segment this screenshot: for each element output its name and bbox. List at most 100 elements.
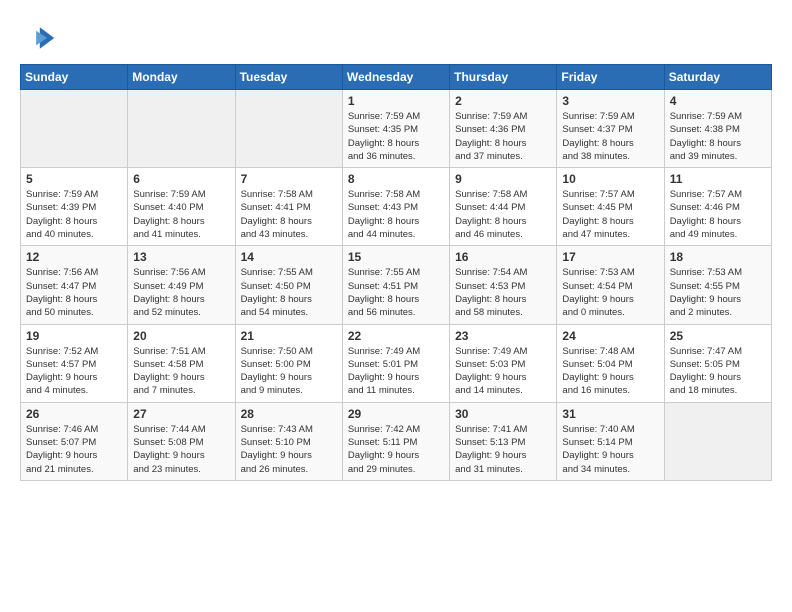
calendar-cell: 6Sunrise: 7:59 AM Sunset: 4:40 PM Daylig… [128, 168, 235, 246]
calendar-cell [21, 90, 128, 168]
calendar-cell: 16 Sunrise: 7:54 AM Sunset: 4:53 PM Dayli… [450, 246, 557, 324]
day-info: Sunrise: 7:56 AM Sunset: 4:47 PM Dayligh… [26, 266, 122, 319]
calendar-cell: 5 Sunrise: 7:59 AM Sunset: 4:39 PM Daylig… [21, 168, 128, 246]
day-info: Sunrise: 7:42 AM Sunset: 5:11 PM Dayligh… [348, 423, 444, 476]
day-number: 11 [670, 172, 766, 186]
logo [20, 20, 60, 56]
calendar-cell: 27 Sunrise: 7:44 AM Sunset: 5:08 PM Dayli… [128, 402, 235, 480]
calendar-cell [664, 402, 771, 480]
calendar-cell [128, 90, 235, 168]
day-number: 30 [455, 407, 551, 421]
day-info: Sunrise: 7:50 AM Sunset: 5:00 PM Dayligh… [241, 345, 337, 398]
day-info: Sunrise: 7:41 AM Sunset: 5:13 PM Dayligh… [455, 423, 551, 476]
day-number: 6 [133, 172, 229, 186]
day-number: 2 [455, 94, 551, 108]
calendar-cell: 23 Sunrise: 7:49 AM Sunset: 5:03 PM Dayli… [450, 324, 557, 402]
day-number: 3 [562, 94, 658, 108]
calendar-week-row: 5 Sunrise: 7:59 AM Sunset: 4:39 PM Daylig… [21, 168, 772, 246]
day-info: Sunrise: 7:57 AM Sunset: 4:45 PM Dayligh… [562, 188, 658, 241]
calendar-cell: 8 Sunrise: 7:58 AM Sunset: 4:43 PM Daylig… [342, 168, 449, 246]
calendar-cell: 11Sunrise: 7:57 AM Sunset: 4:46 PM Dayli… [664, 168, 771, 246]
calendar-cell: 12 Sunrise: 7:56 AM Sunset: 4:47 PM Dayli… [21, 246, 128, 324]
calendar-cell: 17 Sunrise: 7:53 AM Sunset: 4:54 PM Dayli… [557, 246, 664, 324]
day-number: 13 [133, 250, 229, 264]
day-info: Sunrise: 7:58 AM Sunset: 4:41 PM Dayligh… [241, 188, 337, 241]
day-number: 4 [670, 94, 766, 108]
day-info: Sunrise: 7:59 AM Sunset: 4:39 PM Dayligh… [26, 188, 122, 241]
calendar-cell: 15 Sunrise: 7:55 AM Sunset: 4:51 PM Dayli… [342, 246, 449, 324]
weekday-header-friday: Friday [557, 65, 664, 90]
calendar-cell: 25 Sunrise: 7:47 AM Sunset: 5:05 PM Dayli… [664, 324, 771, 402]
day-number: 15 [348, 250, 444, 264]
day-info: Sunrise: 7:52 AM Sunset: 4:57 PM Dayligh… [26, 345, 122, 398]
calendar-cell [235, 90, 342, 168]
day-number: 27 [133, 407, 229, 421]
day-info: Sunrise: 7:59 AM Sunset: 4:37 PM Dayligh… [562, 110, 658, 163]
day-info: Sunrise: 7:56 AM Sunset: 4:49 PM Dayligh… [133, 266, 229, 319]
day-number: 9 [455, 172, 551, 186]
weekday-header-tuesday: Tuesday [235, 65, 342, 90]
calendar-cell: 7 Sunrise: 7:58 AM Sunset: 4:41 PM Daylig… [235, 168, 342, 246]
day-number: 23 [455, 329, 551, 343]
day-info: Sunrise: 7:54 AM Sunset: 4:53 PM Dayligh… [455, 266, 551, 319]
day-info: Sunrise: 7:55 AM Sunset: 4:50 PM Dayligh… [241, 266, 337, 319]
calendar-cell: 24Sunrise: 7:48 AM Sunset: 5:04 PM Dayli… [557, 324, 664, 402]
weekday-header-saturday: Saturday [664, 65, 771, 90]
page: SundayMondayTuesdayWednesdayThursdayFrid… [0, 0, 792, 612]
calendar-week-row: 26 Sunrise: 7:46 AM Sunset: 5:07 PM Dayli… [21, 402, 772, 480]
calendar-cell: 20Sunrise: 7:51 AM Sunset: 4:58 PM Dayli… [128, 324, 235, 402]
day-number: 10 [562, 172, 658, 186]
day-number: 28 [241, 407, 337, 421]
calendar-cell: 10 Sunrise: 7:57 AM Sunset: 4:45 PM Dayli… [557, 168, 664, 246]
weekday-header-thursday: Thursday [450, 65, 557, 90]
day-info: Sunrise: 7:53 AM Sunset: 4:54 PM Dayligh… [562, 266, 658, 319]
calendar-cell: 29Sunrise: 7:42 AM Sunset: 5:11 PM Dayli… [342, 402, 449, 480]
day-number: 12 [26, 250, 122, 264]
day-info: Sunrise: 7:58 AM Sunset: 4:44 PM Dayligh… [455, 188, 551, 241]
header [20, 16, 772, 56]
calendar-cell: 2Sunrise: 7:59 AM Sunset: 4:36 PM Daylig… [450, 90, 557, 168]
day-number: 7 [241, 172, 337, 186]
day-number: 25 [670, 329, 766, 343]
day-info: Sunrise: 7:55 AM Sunset: 4:51 PM Dayligh… [348, 266, 444, 319]
calendar-cell: 3 Sunrise: 7:59 AM Sunset: 4:37 PM Daylig… [557, 90, 664, 168]
day-number: 24 [562, 329, 658, 343]
day-info: Sunrise: 7:46 AM Sunset: 5:07 PM Dayligh… [26, 423, 122, 476]
calendar-cell: 9 Sunrise: 7:58 AM Sunset: 4:44 PM Daylig… [450, 168, 557, 246]
day-info: Sunrise: 7:58 AM Sunset: 4:43 PM Dayligh… [348, 188, 444, 241]
day-number: 26 [26, 407, 122, 421]
day-number: 22 [348, 329, 444, 343]
calendar-cell: 4 Sunrise: 7:59 AM Sunset: 4:38 PM Daylig… [664, 90, 771, 168]
logo-icon [20, 20, 56, 56]
day-number: 8 [348, 172, 444, 186]
calendar-cell: 26 Sunrise: 7:46 AM Sunset: 5:07 PM Dayli… [21, 402, 128, 480]
calendar-cell: 22Sunrise: 7:49 AM Sunset: 5:01 PM Dayli… [342, 324, 449, 402]
day-info: Sunrise: 7:49 AM Sunset: 5:03 PM Dayligh… [455, 345, 551, 398]
weekday-header-wednesday: Wednesday [342, 65, 449, 90]
calendar-cell: 14 Sunrise: 7:55 AM Sunset: 4:50 PM Dayli… [235, 246, 342, 324]
calendar-cell: 30 Sunrise: 7:41 AM Sunset: 5:13 PM Dayli… [450, 402, 557, 480]
calendar-week-row: 19Sunrise: 7:52 AM Sunset: 4:57 PM Dayli… [21, 324, 772, 402]
weekday-header-sunday: Sunday [21, 65, 128, 90]
day-number: 17 [562, 250, 658, 264]
day-number: 14 [241, 250, 337, 264]
calendar-cell: 19Sunrise: 7:52 AM Sunset: 4:57 PM Dayli… [21, 324, 128, 402]
calendar-cell: 1Sunrise: 7:59 AM Sunset: 4:35 PM Daylig… [342, 90, 449, 168]
calendar-table: SundayMondayTuesdayWednesdayThursdayFrid… [20, 64, 772, 481]
day-info: Sunrise: 7:59 AM Sunset: 4:35 PM Dayligh… [348, 110, 444, 163]
calendar-cell: 31Sunrise: 7:40 AM Sunset: 5:14 PM Dayli… [557, 402, 664, 480]
calendar-week-row: 1Sunrise: 7:59 AM Sunset: 4:35 PM Daylig… [21, 90, 772, 168]
weekday-header-monday: Monday [128, 65, 235, 90]
day-info: Sunrise: 7:40 AM Sunset: 5:14 PM Dayligh… [562, 423, 658, 476]
day-number: 20 [133, 329, 229, 343]
day-number: 21 [241, 329, 337, 343]
day-number: 5 [26, 172, 122, 186]
day-number: 18 [670, 250, 766, 264]
day-info: Sunrise: 7:44 AM Sunset: 5:08 PM Dayligh… [133, 423, 229, 476]
day-info: Sunrise: 7:59 AM Sunset: 4:38 PM Dayligh… [670, 110, 766, 163]
day-info: Sunrise: 7:47 AM Sunset: 5:05 PM Dayligh… [670, 345, 766, 398]
calendar-week-row: 12 Sunrise: 7:56 AM Sunset: 4:47 PM Dayli… [21, 246, 772, 324]
day-info: Sunrise: 7:43 AM Sunset: 5:10 PM Dayligh… [241, 423, 337, 476]
day-number: 16 [455, 250, 551, 264]
calendar-cell: 18Sunrise: 7:53 AM Sunset: 4:55 PM Dayli… [664, 246, 771, 324]
